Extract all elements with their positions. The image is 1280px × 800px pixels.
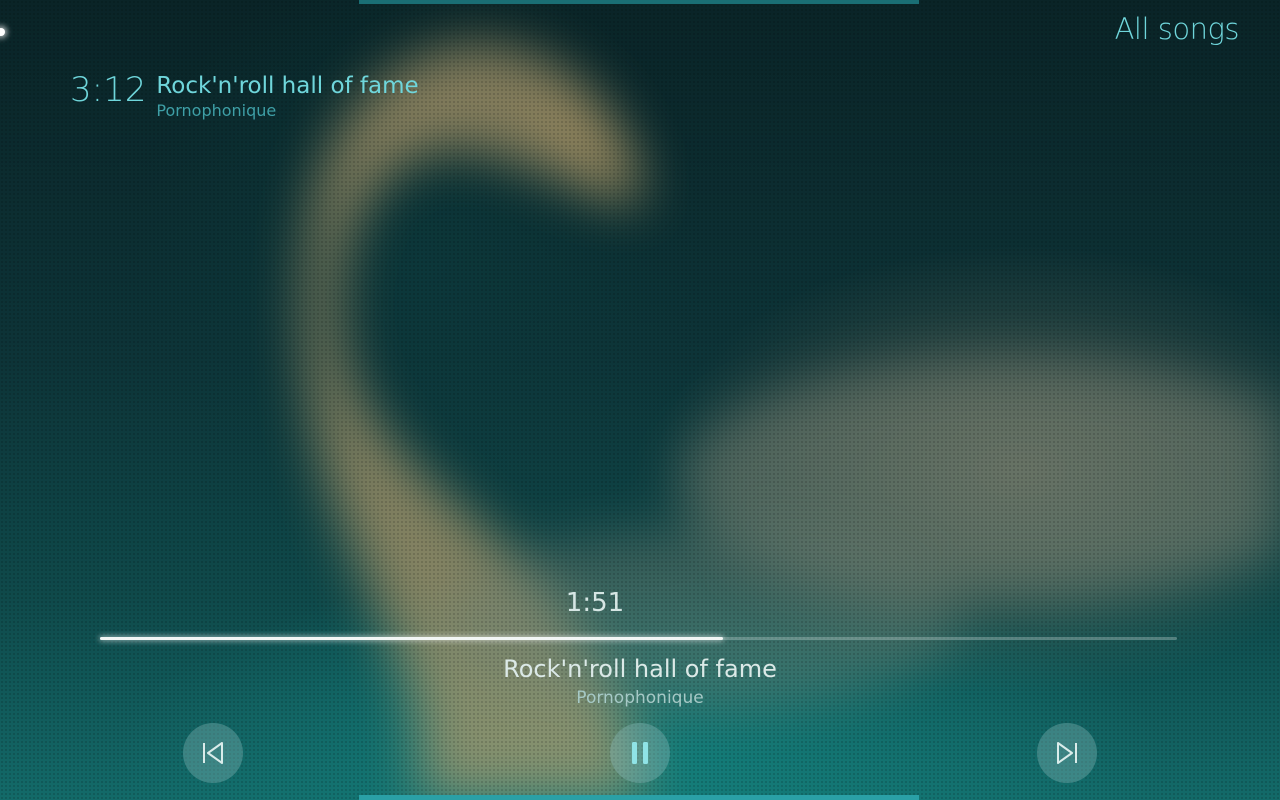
next-button[interactable] xyxy=(1037,723,1097,783)
progress-fill xyxy=(100,637,723,640)
track-duration: 3:12 xyxy=(70,70,147,110)
skip-previous-icon xyxy=(203,742,223,764)
bottom-pulley-indicator xyxy=(359,795,919,800)
now-playing-text: Rock'n'roll hall of fame Pornophonique xyxy=(156,68,418,122)
progress-slider[interactable] xyxy=(100,637,1177,640)
music-player-screen: All songs 3:12 Rock'n'roll hall of fame … xyxy=(0,0,1280,800)
skip-next-icon xyxy=(1057,742,1077,764)
track-artist: Pornophonique xyxy=(576,688,704,708)
now-playing-artist: Pornophonique xyxy=(156,101,277,120)
playback-position: 1:51 xyxy=(565,588,625,618)
track-title: Rock'n'roll hall of fame xyxy=(503,655,777,683)
now-playing-summary[interactable]: 3:12 Rock'n'roll hall of fame Pornophoni… xyxy=(70,68,419,122)
pause-icon xyxy=(632,742,648,764)
play-pause-button[interactable] xyxy=(610,723,670,783)
now-playing-title: Rock'n'roll hall of fame xyxy=(156,73,419,99)
previous-button[interactable] xyxy=(183,723,243,783)
top-pulley-indicator xyxy=(359,0,919,4)
all-songs-link[interactable]: All songs xyxy=(1115,12,1240,46)
